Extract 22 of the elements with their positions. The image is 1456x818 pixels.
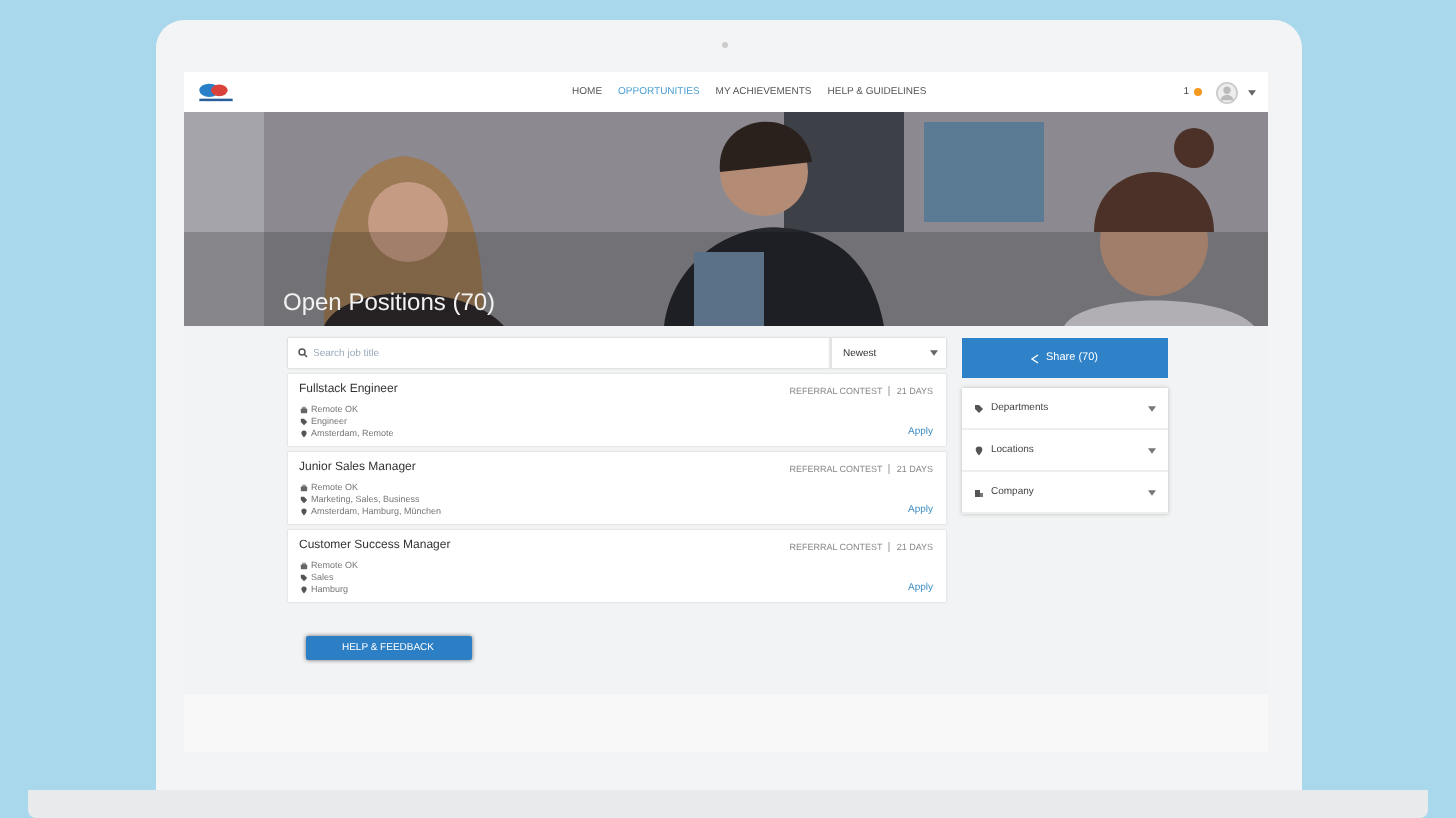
caret-icon bbox=[1147, 405, 1155, 411]
building-icon bbox=[973, 487, 983, 497]
caret-icon[interactable] bbox=[1247, 89, 1255, 95]
share-icon bbox=[1030, 353, 1040, 363]
pin-icon bbox=[299, 585, 307, 593]
notification-dot bbox=[1193, 88, 1201, 96]
tag-icon bbox=[299, 495, 307, 503]
pin-icon bbox=[973, 445, 983, 455]
tag-icon bbox=[299, 417, 307, 425]
page-title: Open Positions (70) bbox=[283, 288, 496, 316]
logo-icon bbox=[195, 82, 235, 102]
search-icon bbox=[297, 348, 307, 358]
pin-icon bbox=[299, 507, 307, 515]
caret-icon bbox=[1147, 447, 1155, 453]
tag-icon bbox=[299, 573, 307, 581]
caret-icon bbox=[1147, 489, 1155, 495]
briefcase-icon bbox=[299, 405, 307, 413]
pin-icon bbox=[299, 429, 307, 437]
caret-icon bbox=[929, 350, 937, 356]
briefcase-icon bbox=[299, 483, 307, 491]
tag-icon bbox=[973, 403, 983, 413]
briefcase-icon bbox=[299, 561, 307, 569]
